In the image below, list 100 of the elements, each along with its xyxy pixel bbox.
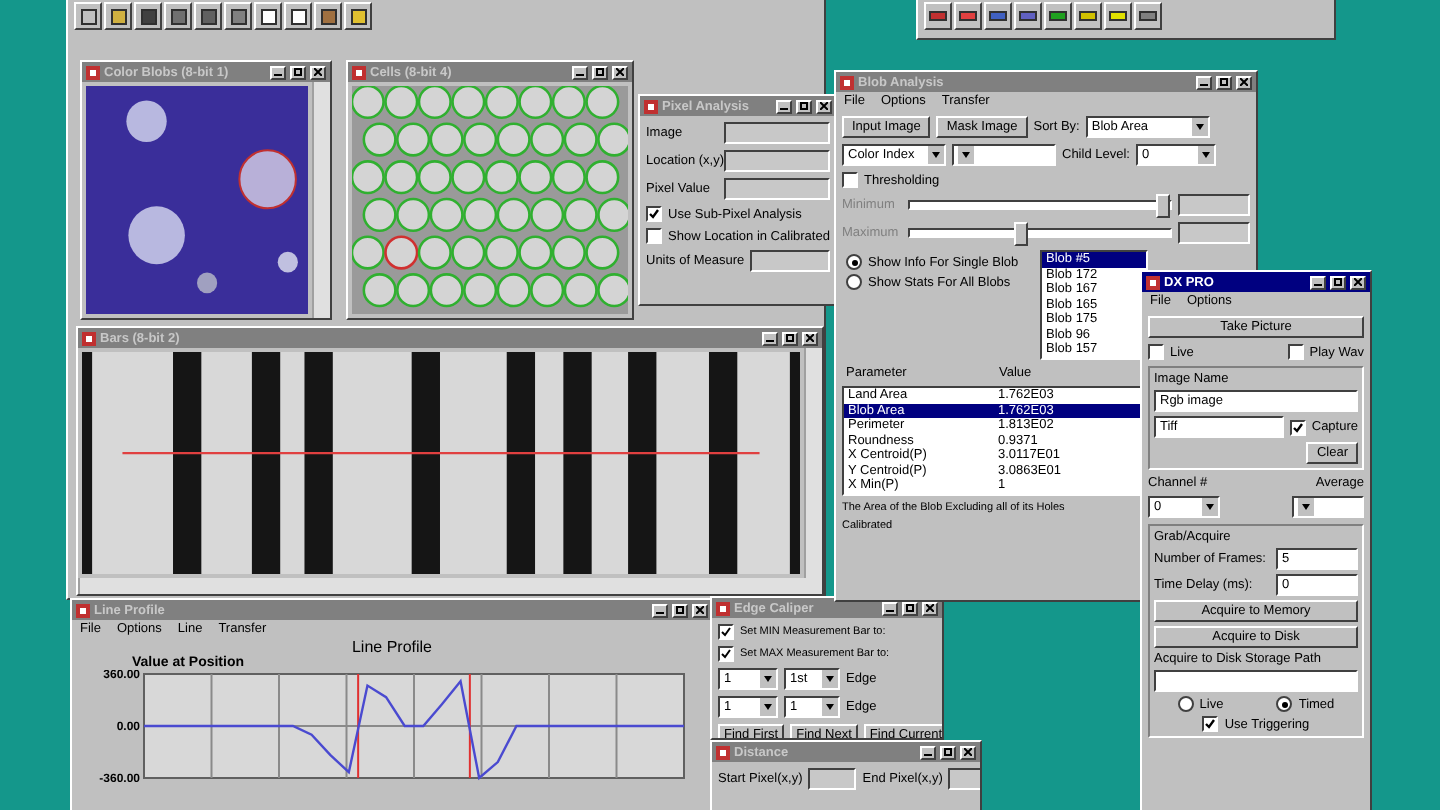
- close-icon: [820, 102, 828, 110]
- maximize-button[interactable]: [1216, 75, 1232, 89]
- maximize-button[interactable]: [940, 745, 956, 759]
- toolbar-button[interactable]: [254, 2, 282, 30]
- minimize-button[interactable]: [1196, 75, 1212, 89]
- toolbar-button[interactable]: [924, 2, 952, 30]
- app-icon: [716, 745, 730, 759]
- close-icon: [616, 68, 624, 76]
- checkbox[interactable]: [646, 206, 662, 222]
- caret-icon: [1202, 498, 1218, 516]
- close-icon: [926, 604, 934, 612]
- caret-icon: [822, 670, 838, 688]
- checkbox[interactable]: [718, 646, 734, 662]
- caret-icon: [1298, 498, 1314, 516]
- checkbox[interactable]: [1289, 419, 1306, 435]
- slider-thumb[interactable]: [1013, 222, 1028, 246]
- scrollbar[interactable]: [78, 578, 822, 594]
- app-icon: [716, 601, 730, 615]
- close-button[interactable]: [692, 603, 708, 617]
- cursor-line: [468, 673, 471, 779]
- input-field[interactable]: [1178, 222, 1250, 244]
- toolbar-button[interactable]: [1074, 2, 1102, 30]
- minimize-button[interactable]: [762, 331, 778, 345]
- app-icon: [86, 65, 100, 79]
- minimize-icon: [576, 68, 584, 76]
- toolbar-button[interactable]: [194, 2, 222, 30]
- maximize-button[interactable]: [592, 65, 608, 79]
- minimize-icon: [766, 334, 774, 342]
- checkbox[interactable]: [842, 172, 858, 188]
- checkbox[interactable]: [718, 624, 734, 640]
- close-button[interactable]: [612, 65, 628, 79]
- close-button[interactable]: [816, 99, 832, 113]
- minimize-button[interactable]: [270, 65, 286, 79]
- maximize-icon: [786, 334, 794, 342]
- input-field[interactable]: [724, 150, 830, 172]
- app-icon: [76, 603, 90, 617]
- toolbar-button[interactable]: [1134, 2, 1162, 30]
- toolbar-button[interactable]: [954, 2, 982, 30]
- toolbar-button[interactable]: [344, 2, 372, 30]
- toolbar-button[interactable]: [1104, 2, 1132, 30]
- close-icon: [1240, 78, 1248, 86]
- minimize-button[interactable]: [572, 65, 588, 79]
- close-button[interactable]: [960, 745, 976, 759]
- minimize-icon: [1314, 278, 1322, 286]
- input-field[interactable]: [724, 122, 830, 144]
- toolbar-button[interactable]: [134, 2, 162, 30]
- scrollbar[interactable]: [804, 348, 822, 579]
- toolbar-button[interactable]: [284, 2, 312, 30]
- caret-icon: [760, 698, 776, 716]
- maximize-icon: [1334, 278, 1342, 286]
- maximize-button[interactable]: [796, 99, 812, 113]
- minimize-icon: [780, 102, 788, 110]
- toolbar-button[interactable]: [224, 2, 252, 30]
- scrollbar[interactable]: [312, 82, 330, 318]
- input-field[interactable]: [750, 250, 830, 272]
- maximize-button[interactable]: [672, 603, 688, 617]
- close-button[interactable]: [1350, 275, 1366, 289]
- close-icon: [806, 334, 814, 342]
- caret-icon: [1197, 146, 1214, 164]
- minimize-icon: [1200, 78, 1208, 86]
- radio-button[interactable]: [846, 254, 862, 270]
- minimize-icon: [656, 606, 664, 614]
- caret-icon: [822, 698, 838, 716]
- radio-button[interactable]: [846, 274, 862, 290]
- close-button[interactable]: [802, 331, 818, 345]
- toolbar-button[interactable]: [1014, 2, 1042, 30]
- checkbox[interactable]: [1148, 344, 1164, 360]
- radio-button[interactable]: [1177, 696, 1194, 712]
- toolbar-button[interactable]: [314, 2, 342, 30]
- close-button[interactable]: [1236, 75, 1252, 89]
- minimize-button[interactable]: [1310, 275, 1326, 289]
- maximize-button[interactable]: [290, 65, 306, 79]
- input-field[interactable]: [1178, 194, 1250, 216]
- checkbox[interactable]: [646, 228, 662, 244]
- maximize-button[interactable]: [782, 331, 798, 345]
- dropdown[interactable]: [1292, 496, 1364, 518]
- input-field[interactable]: [724, 178, 830, 200]
- minimize-button[interactable]: [652, 603, 668, 617]
- close-button[interactable]: [310, 65, 326, 79]
- minimize-button[interactable]: [776, 99, 792, 113]
- dropdown[interactable]: [952, 144, 1056, 166]
- toolbar-button[interactable]: [984, 2, 1012, 30]
- slider-thumb[interactable]: [1156, 194, 1171, 218]
- toolbar-button[interactable]: [164, 2, 192, 30]
- minimize-button[interactable]: [920, 745, 936, 759]
- app-icon: [840, 75, 854, 89]
- checkbox[interactable]: [1202, 716, 1219, 732]
- input-field[interactable]: [808, 768, 857, 790]
- maximize-button[interactable]: [1330, 275, 1346, 289]
- toolbar-button[interactable]: [104, 2, 132, 30]
- caret-icon: [1191, 118, 1208, 136]
- input-field[interactable]: [1154, 670, 1358, 692]
- toolbar-button[interactable]: [74, 2, 102, 30]
- toolbar-button[interactable]: [1044, 2, 1072, 30]
- close-icon: [314, 68, 322, 76]
- radio-button[interactable]: [1276, 696, 1293, 712]
- maximize-icon: [944, 748, 952, 756]
- checkbox[interactable]: [1287, 344, 1304, 360]
- app-icon: [82, 331, 96, 345]
- maximize-icon: [1220, 78, 1228, 86]
